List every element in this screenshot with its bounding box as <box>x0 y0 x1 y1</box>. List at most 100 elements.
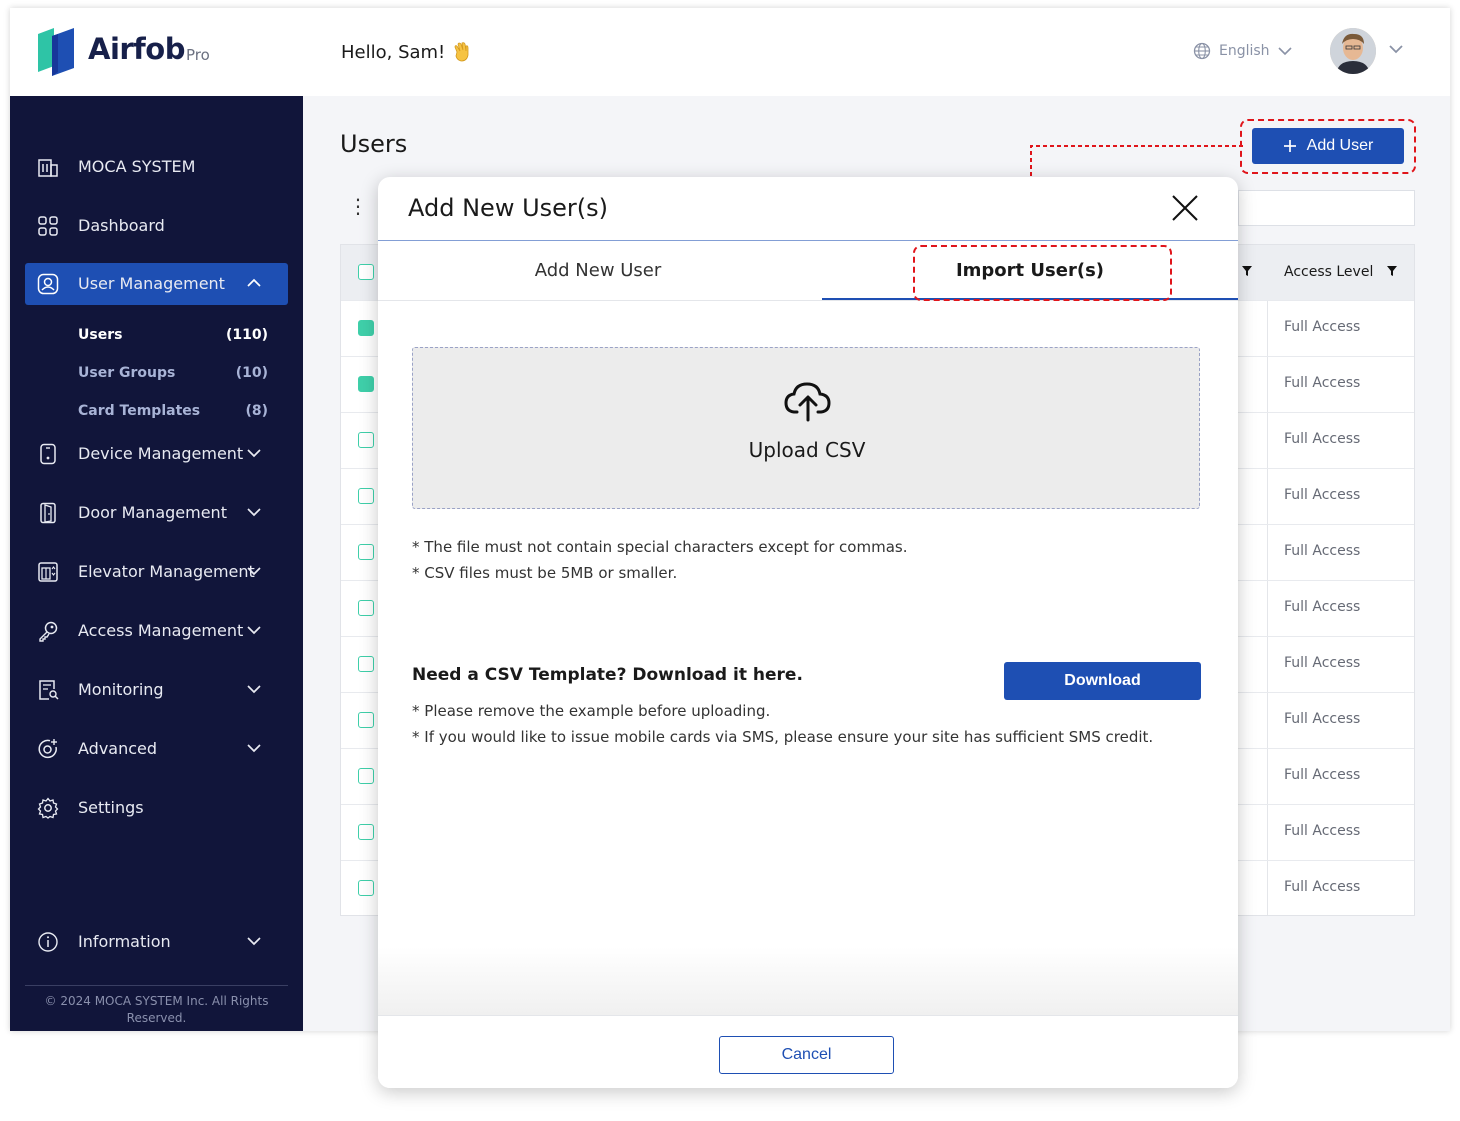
upload-csv-label: Upload CSV <box>748 438 866 462</box>
key-icon <box>39 621 58 642</box>
access-level-cell: Full Access <box>1284 431 1361 447</box>
access-level-cell: Full Access <box>1284 487 1361 503</box>
sidebar-item-settings[interactable]: Settings <box>25 787 288 829</box>
row-checkbox[interactable] <box>358 712 374 728</box>
sidebar-divider <box>25 985 288 986</box>
subitem-count: (10) <box>235 365 268 381</box>
door-icon <box>40 502 56 524</box>
sidebar-subitem-users[interactable]: Users (110) <box>78 327 268 349</box>
sidebar-item-information[interactable]: Information <box>25 921 288 963</box>
row-checkbox[interactable] <box>358 320 374 336</box>
modal-scroll-fade <box>378 947 1238 1015</box>
file-note: * The file must not contain special char… <box>412 538 908 556</box>
avatar-photo-icon <box>1330 28 1376 74</box>
access-level-cell: Full Access <box>1284 599 1361 615</box>
chevron-down-icon <box>247 567 261 576</box>
report-search-icon <box>39 680 59 700</box>
user-avatar[interactable] <box>1330 28 1376 74</box>
sidebar-item-label: Settings <box>78 798 144 817</box>
access-level-cell: Full Access <box>1284 711 1361 727</box>
language-label: English <box>1219 43 1270 59</box>
sidebar-subitem-user-groups[interactable]: User Groups (10) <box>78 365 268 387</box>
row-checkbox[interactable] <box>358 488 374 504</box>
dashboard-grid-icon <box>38 216 58 236</box>
language-selector[interactable]: English <box>1193 41 1292 61</box>
chevron-up-icon <box>247 278 261 287</box>
sidebar-item-label: Door Management <box>78 503 227 522</box>
access-level-cell: Full Access <box>1284 543 1361 559</box>
row-checkbox[interactable] <box>358 656 374 672</box>
chevron-down-icon <box>247 508 261 517</box>
greeting-text: Hello, Sam! <box>341 42 446 63</box>
close-icon[interactable] <box>1170 193 1200 223</box>
annotation-highlight-import-tab <box>913 245 1172 301</box>
filter-icon[interactable] <box>1386 265 1398 277</box>
chevron-down-icon <box>1277 47 1292 56</box>
row-checkbox[interactable] <box>358 600 374 616</box>
subitem-label: Card Templates <box>78 403 201 419</box>
subitem-count: (110) <box>225 327 268 343</box>
cancel-button[interactable]: Cancel <box>719 1036 894 1074</box>
account-chevron-down-icon[interactable] <box>1388 43 1404 55</box>
sidebar-item-label: Information <box>78 932 171 951</box>
sidebar-item-label: Access Management <box>78 621 244 640</box>
select-all-checkbox[interactable] <box>358 264 374 280</box>
sidebar-item-door-management[interactable]: Door Management <box>25 492 288 534</box>
filter-icon[interactable] <box>1241 265 1253 277</box>
chevron-down-icon <box>247 626 261 635</box>
access-level-header: Access Level <box>1284 264 1374 280</box>
upload-csv-dropzone[interactable]: Upload CSV <box>412 347 1200 509</box>
globe-icon <box>1193 42 1211 60</box>
sidebar-item-moca-system[interactable]: MOCA SYSTEM <box>25 146 288 188</box>
template-question: Need a CSV Template? Download it here. <box>412 665 803 685</box>
subitem-count: (8) <box>245 403 268 419</box>
elevator-icon <box>38 562 58 582</box>
access-level-cell: Full Access <box>1284 879 1361 895</box>
sidebar-item-elevator-management[interactable]: Elevator Management <box>25 551 288 593</box>
sidebar-item-access-management[interactable]: Access Management <box>25 610 288 652</box>
download-template-button[interactable]: Download <box>1004 662 1201 700</box>
chevron-down-icon <box>247 449 261 458</box>
subitem-label: Users <box>78 327 123 343</box>
sidebar: MOCA SYSTEM Dashboard User Management Us… <box>10 96 303 1031</box>
access-level-cell: Full Access <box>1284 655 1361 671</box>
modal-title: Add New User(s) <box>408 194 609 222</box>
sidebar-item-label: Device Management <box>78 444 244 463</box>
tab-add-new-user[interactable]: Add New User <box>378 241 818 300</box>
sidebar-subitem-card-templates[interactable]: Card Templates (8) <box>78 403 268 425</box>
building-icon <box>38 159 58 177</box>
brand-name: Airfob <box>88 32 186 66</box>
access-level-cell: Full Access <box>1284 767 1361 783</box>
sidebar-item-user-management[interactable]: User Management <box>25 263 288 305</box>
sidebar-item-label: Monitoring <box>78 680 164 699</box>
sidebar-item-advanced[interactable]: Advanced <box>25 728 288 770</box>
sidebar-item-label: MOCA SYSTEM <box>78 157 196 176</box>
advanced-target-icon <box>38 739 57 759</box>
add-new-users-modal: Add New User(s) Add New User Import User… <box>378 177 1238 1088</box>
annotation-highlight-add-user <box>1240 119 1416 174</box>
copyright-text: © 2024 MOCA SYSTEM Inc. All Rights Reser… <box>44 994 269 1025</box>
access-level-cell: Full Access <box>1284 823 1361 839</box>
user-badge-icon <box>37 273 59 295</box>
row-checkbox[interactable] <box>358 824 374 840</box>
sidebar-item-monitoring[interactable]: Monitoring <box>25 669 288 711</box>
search-input[interactable] <box>1238 190 1415 226</box>
info-icon <box>38 932 58 952</box>
template-note: * If you would like to issue mobile card… <box>412 728 1154 746</box>
file-note: * CSV files must be 5MB or smaller. <box>412 564 678 582</box>
row-checkbox[interactable] <box>358 376 374 392</box>
sidebar-item-device-management[interactable]: Device Management <box>25 433 288 475</box>
top-header: Airfob Pro Hello, Sam! English <box>10 8 1450 96</box>
more-options-icon[interactable]: ⋮ <box>348 196 368 216</box>
row-checkbox[interactable] <box>358 768 374 784</box>
sidebar-item-dashboard[interactable]: Dashboard <box>25 205 288 247</box>
subitem-label: User Groups <box>78 365 176 381</box>
chevron-down-icon <box>247 744 261 753</box>
modal-footer: Cancel <box>378 1015 1238 1088</box>
sidebar-item-label: Elevator Management <box>78 562 255 581</box>
row-checkbox[interactable] <box>358 880 374 896</box>
row-checkbox[interactable] <box>358 544 374 560</box>
sidebar-item-label: Dashboard <box>78 216 165 235</box>
row-checkbox[interactable] <box>358 432 374 448</box>
gear-icon <box>37 797 59 819</box>
